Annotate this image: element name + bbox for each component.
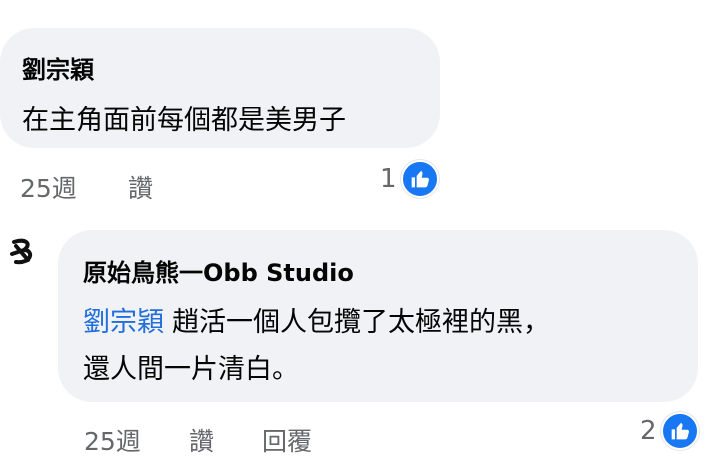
reply-timestamp[interactable]: 25週 (84, 422, 141, 458)
obb-studio-logo-icon[interactable] (0, 230, 44, 274)
reaction-summary[interactable]: 2 (640, 412, 699, 450)
reply-text-line-1: 劉宗穎 趙活一個人包攬了太極裡的黑， (83, 300, 550, 339)
reaction-count: 2 (640, 416, 657, 446)
reaction-summary[interactable]: 1 (380, 160, 439, 198)
comment-author-name[interactable]: 劉宗穎 (22, 50, 94, 85)
thumbs-up-icon (400, 160, 439, 198)
reply-text: 趙活一個人包攬了太極裡的黑， (172, 307, 550, 338)
comment-timestamp[interactable]: 25週 (20, 169, 77, 205)
comment-text: 在主角面前每個都是美男子 (22, 105, 346, 136)
mention-link[interactable]: 劉宗穎 (83, 307, 164, 338)
reply-button[interactable]: 回覆 (262, 422, 312, 458)
like-button[interactable]: 讚 (189, 422, 214, 458)
like-button[interactable]: 讚 (128, 169, 153, 205)
reply-author-name[interactable]: 原始鳥熊一Obb Studio (83, 253, 354, 288)
reply-text-line-2: 還人間一片清白。 (83, 354, 299, 385)
reaction-count: 1 (380, 164, 397, 194)
thumbs-up-icon (660, 412, 699, 450)
